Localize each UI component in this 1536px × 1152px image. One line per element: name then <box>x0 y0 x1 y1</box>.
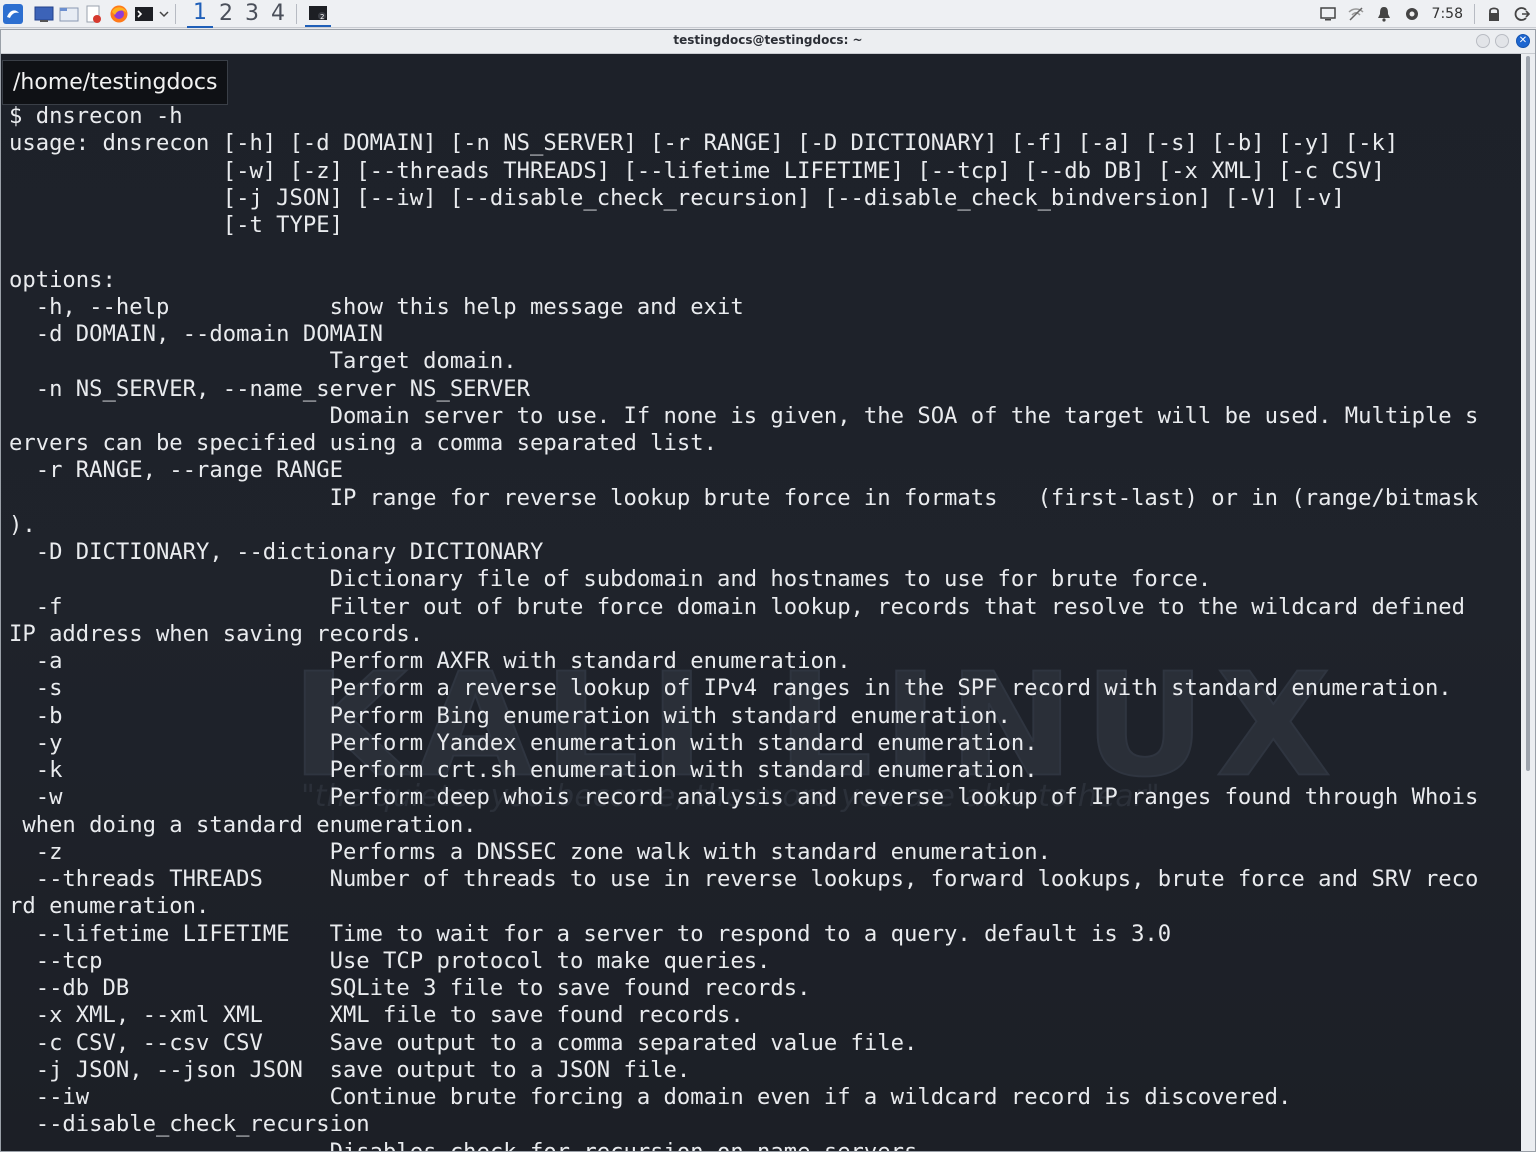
clock[interactable]: 7:58 <box>1432 6 1463 22</box>
terminal-line: [-t TYPE] <box>9 212 343 238</box>
terminal-line: when doing a standard enumeration. <box>9 811 477 838</box>
svg-text:2: 2 <box>320 13 324 21</box>
workspace-2[interactable]: 2 <box>213 1 239 27</box>
workspace-4[interactable]: 4 <box>265 1 291 27</box>
terminal-line: ervers can be specified using a comma se… <box>9 430 717 456</box>
terminal-line: usage: dnsrecon [-h] [-d DOMAIN] [-n NS_… <box>9 130 1399 157</box>
window-title: testingdocs@testingdocs: ~ <box>673 33 863 47</box>
terminal-scrollbar[interactable] <box>1521 54 1535 1151</box>
terminal-line: [-w] [-z] [--threads THREADS] [--lifetim… <box>9 157 1385 184</box>
logout-icon[interactable] <box>1512 4 1532 24</box>
terminal-line: -j JSON, --json JSON save output to a JS… <box>9 1056 691 1083</box>
network-off-icon[interactable] <box>1346 4 1366 24</box>
lock-icon[interactable] <box>1484 4 1504 24</box>
terminal-line: options: <box>9 266 116 293</box>
terminal-line: --threads THREADS Number of threads to u… <box>9 866 1479 892</box>
terminal-line: --disable_check_recursion <box>9 1111 370 1138</box>
chevron-down-icon[interactable] <box>158 3 170 25</box>
terminal-line: -z Performs a DNSSEC zone walk with stan… <box>9 838 1051 865</box>
workspace-switcher: 1 2 3 4 <box>187 0 291 28</box>
terminal-line: IP range for reverse lookup brute force … <box>9 484 1479 511</box>
terminal-window-icon[interactable]: 2 <box>305 1 331 27</box>
kali-menu-icon[interactable] <box>2 3 24 25</box>
terminal-line: $ dnsrecon -h <box>9 103 183 129</box>
file-manager-icon[interactable] <box>58 3 80 25</box>
terminal-line: -D DICTIONARY, --dictionary DICTIONARY <box>9 539 544 565</box>
close-button[interactable]: ✕ <box>1516 34 1530 48</box>
terminal-line: -r RANGE, --range RANGE <box>9 457 343 484</box>
system-tray: 7:58 <box>1314 0 1536 28</box>
window-titlebar[interactable]: testingdocs@testingdocs: ~ ✕ <box>1 30 1535 54</box>
terminal-window: testingdocs@testingdocs: ~ ✕ KALI LINUX … <box>0 29 1536 1152</box>
terminal-line: -s Perform a reverse lookup of IPv4 rang… <box>9 675 1452 702</box>
terminal-area[interactable]: KALI LINUX "the quieter you become, the … <box>1 54 1521 1151</box>
terminal-line: --iw Continue brute forcing a domain eve… <box>9 1084 1292 1110</box>
text-editor-icon[interactable] <box>83 3 105 25</box>
terminal-line: -a Perform AXFR with standard enumeratio… <box>9 648 851 674</box>
top-panel: 1 2 3 4 2 7:58 <box>0 0 1536 28</box>
terminal-line: IP address when saving records. <box>9 620 424 647</box>
close-icon: ✕ <box>1518 35 1528 46</box>
terminal-line: Target domain. <box>9 348 517 375</box>
notification-bell-icon[interactable] <box>1374 4 1394 24</box>
panel-separator <box>296 3 297 24</box>
panel-separator <box>1474 4 1475 24</box>
terminal-line: -b Perform Bing enumeration with standar… <box>9 702 1011 729</box>
terminal-line: -y Perform Yandex enumeration with stand… <box>9 729 1038 756</box>
terminal-line: -c CSV, --csv CSV Save output to a comma… <box>9 1029 918 1056</box>
terminal-line: rd enumeration. <box>9 893 210 920</box>
terminal-line: Dictionary file of subdomain and hostnam… <box>9 566 1212 593</box>
path-tooltip: /home/testingdocs <box>2 60 229 105</box>
terminal-line: --lifetime LIFETIME Time to wait for a s… <box>9 920 1172 947</box>
terminal-line: -x XML, --xml XML XML file to save found… <box>9 1002 744 1029</box>
terminal-output[interactable]: $ dnsrecon -h usage: dnsrecon [-h] [-d D… <box>9 103 1478 1151</box>
desktop-icon[interactable] <box>33 3 55 25</box>
firefox-icon[interactable] <box>108 3 130 25</box>
maximize-button[interactable] <box>1495 34 1509 48</box>
terminal-line: -h, --help show this help message and ex… <box>9 293 744 320</box>
terminal-line: --db DB SQLite 3 file to save found reco… <box>9 975 811 1001</box>
terminal-line: -d DOMAIN, --domain DOMAIN <box>9 321 384 347</box>
terminal-icon[interactable] <box>133 3 155 25</box>
panel-separator <box>175 3 176 24</box>
terminal-line: -w Perform deep whois record analysis an… <box>9 784 1479 811</box>
workspace-1[interactable]: 1 <box>187 0 213 28</box>
terminal-line: -k Perform crt.sh enumeration with stand… <box>9 757 1038 783</box>
terminal-line: Domain server to use. If none is given, … <box>9 402 1479 429</box>
terminal-line: [-j JSON] [--iw] [--disable_check_recurs… <box>9 184 1345 211</box>
terminal-line: Disables check for recursion on name ser… <box>9 1139 918 1152</box>
terminal-line: ). <box>9 511 36 538</box>
display-icon[interactable] <box>1318 4 1338 24</box>
minimize-button[interactable] <box>1476 34 1490 48</box>
terminal-line: --tcp Use TCP protocol to make queries. <box>9 947 771 974</box>
workspace-3[interactable]: 3 <box>239 1 265 27</box>
scrollbar-thumb[interactable] <box>1526 56 1530 771</box>
terminal-line: -f Filter out of brute force domain look… <box>9 593 1466 620</box>
power-record-icon[interactable] <box>1402 4 1422 24</box>
terminal-line: -n NS_SERVER, --name_server NS_SERVER <box>9 375 530 402</box>
